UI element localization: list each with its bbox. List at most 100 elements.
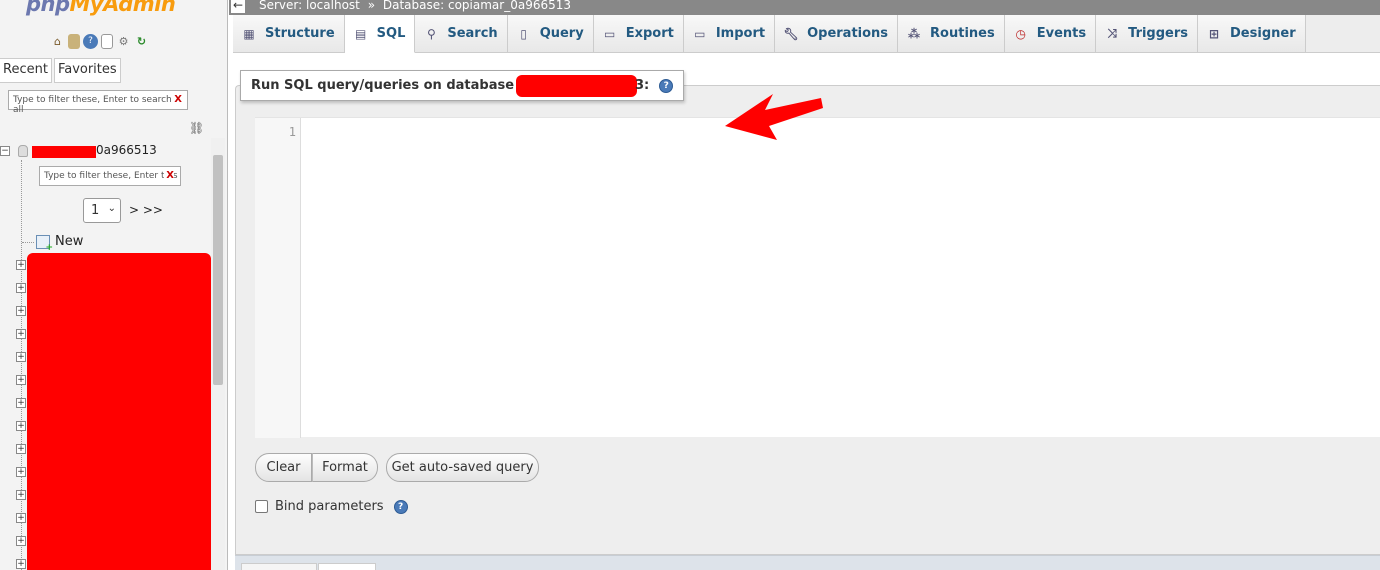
redaction-mark	[516, 74, 638, 97]
expand-icon[interactable]: +	[16, 467, 26, 477]
tab-label: Designer	[1230, 26, 1296, 41]
docs-icon[interactable]	[101, 34, 113, 49]
clear-button[interactable]: Clear	[255, 453, 312, 482]
page-select[interactable]: 1 ⌄	[83, 198, 121, 223]
tab-structure[interactable]: ▦ Structure	[233, 15, 345, 52]
tab-operations[interactable]: 🔧︎ Operations	[775, 15, 899, 52]
breadcrumb-separator: »	[367, 0, 376, 12]
database-icon	[18, 145, 28, 157]
tab-label: Operations	[807, 26, 889, 41]
expand-icon[interactable]: +	[16, 536, 26, 546]
get-autosaved-query-button[interactable]: Get auto-saved query	[386, 453, 539, 482]
query-icon: ▯	[520, 26, 527, 41]
chevron-down-icon: ⌄	[107, 203, 116, 214]
database-filter-input[interactable]: Type to filter these, Enter to search al…	[8, 90, 188, 115]
breadcrumb-server[interactable]: Server: localhost	[259, 0, 360, 12]
new-table-icon	[36, 234, 53, 253]
tree-line	[21, 160, 22, 570]
bind-parameters-label[interactable]: Bind parameters	[275, 499, 384, 514]
tab-export[interactable]: ▭ Export	[593, 15, 684, 52]
wrench-icon: 🔧︎	[783, 26, 799, 41]
reload-icon[interactable]: ↻	[134, 34, 149, 49]
settings-icon[interactable]: ⚙	[116, 34, 131, 49]
expand-icon[interactable]: +	[16, 306, 26, 316]
database-tabs: ▦ Structure ▤ SQL ⚲ Search ▯ Query ▭ Export ▭…	[233, 15, 1380, 53]
help-icon[interactable]: ?	[83, 34, 98, 49]
format-button[interactable]: Format	[312, 453, 378, 482]
expand-icon[interactable]: +	[16, 421, 26, 431]
breadcrumb-database[interactable]: Database: copiamar_0a966513	[383, 0, 571, 12]
expand-icon[interactable]: +	[16, 398, 26, 408]
expand-icon[interactable]: +	[16, 375, 26, 385]
sidebar-scroll-thumb[interactable]	[213, 155, 223, 385]
bottom-tab[interactable]	[318, 563, 376, 570]
home-icon[interactable]: ⌂	[50, 34, 65, 49]
redacted-table-list	[27, 253, 211, 570]
quick-links: ⌂ ? ⚙ ↻	[50, 34, 149, 49]
link-icon[interactable]: ⛓	[189, 121, 204, 135]
routines-icon: ⁂	[907, 26, 921, 41]
table-filter-input[interactable]: Type to filter these, Enter to s X	[39, 166, 181, 186]
expand-icon[interactable]: +	[16, 559, 26, 569]
redaction-mark	[32, 146, 96, 158]
sql-icon: ▤	[354, 26, 367, 41]
main-panel: ← Server: localhost » Database: copiamar…	[229, 0, 1380, 570]
help-icon[interactable]: ?	[659, 78, 674, 93]
navigation-sidebar: phpMyAdmin ⌂ ? ⚙ ↻ Recent Favorites Type…	[0, 0, 228, 570]
tab-label: Routines	[930, 26, 995, 41]
bottom-panel	[235, 555, 1380, 570]
tab-routines[interactable]: ⁂ Routines	[898, 15, 1005, 52]
new-table-link[interactable]: New	[36, 234, 84, 253]
filter-clear-button[interactable]: X	[174, 94, 182, 105]
database-name[interactable]: 0a966513	[96, 143, 157, 157]
logo-php-text: php	[26, 0, 70, 16]
legend-suffix: 3:	[635, 78, 650, 93]
expand-icon[interactable]: +	[16, 444, 26, 454]
bottom-tab[interactable]	[241, 563, 317, 570]
help-icon[interactable]: ?	[393, 499, 408, 514]
tree-branch	[22, 242, 34, 243]
tab-import[interactable]: ▭ Import	[683, 15, 776, 52]
favorites-tab[interactable]: Favorites	[53, 58, 121, 83]
expand-icon[interactable]: +	[16, 283, 26, 293]
back-arrow-icon[interactable]: ←	[231, 0, 245, 13]
structure-icon: ▦	[243, 26, 255, 41]
database-tree-row[interactable]: −	[0, 142, 28, 160]
line-number-gutter: 1	[255, 118, 301, 438]
tab-triggers[interactable]: ⤨ Triggers	[1096, 15, 1199, 52]
table-filter-clear-button[interactable]: X	[164, 170, 174, 181]
page-select-value: 1	[91, 203, 100, 218]
tab-label: Structure	[265, 26, 335, 41]
breadcrumb-bar: ← Server: localhost » Database: copiamar…	[229, 0, 1380, 15]
tab-query[interactable]: ▯ Query	[507, 15, 594, 52]
expand-icon[interactable]: +	[16, 352, 26, 362]
export-icon: ▭	[604, 26, 616, 41]
tab-label: Export	[625, 26, 674, 41]
line-number: 1	[288, 125, 296, 139]
logout-icon[interactable]	[68, 34, 80, 49]
tab-events[interactable]: ◷ Events	[1004, 15, 1097, 52]
table-filter-placeholder: Type to filter these, Enter to s	[44, 171, 178, 181]
expand-icon[interactable]: +	[16, 490, 26, 500]
sql-query-editor[interactable]: 1	[255, 117, 1380, 438]
expand-icon[interactable]: +	[16, 329, 26, 339]
new-label: New	[55, 234, 84, 249]
search-icon: ⚲	[426, 26, 436, 41]
recent-tab[interactable]: Recent	[0, 58, 52, 83]
collapse-icon[interactable]: −	[0, 146, 10, 156]
next-page-link[interactable]: > >>	[129, 203, 163, 217]
designer-icon: ⊞	[1208, 26, 1220, 41]
red-arrow-annotation	[725, 94, 823, 140]
expand-icon[interactable]: +	[16, 513, 26, 523]
tab-sql[interactable]: ▤ SQL	[344, 15, 416, 53]
arrow-shape	[725, 94, 823, 140]
tab-label: Search	[447, 26, 498, 41]
tab-search[interactable]: ⚲ Search	[415, 15, 508, 52]
tab-label: Query	[539, 26, 584, 41]
triggers-icon: ⤨	[1107, 26, 1117, 40]
bind-parameters-checkbox[interactable]	[255, 500, 268, 513]
expand-icon[interactable]: +	[16, 260, 26, 270]
tab-label: Triggers	[1128, 26, 1189, 41]
tab-designer[interactable]: ⊞ Designer	[1198, 15, 1306, 52]
phpmyadmin-logo[interactable]: phpMyAdmin	[26, 0, 176, 16]
